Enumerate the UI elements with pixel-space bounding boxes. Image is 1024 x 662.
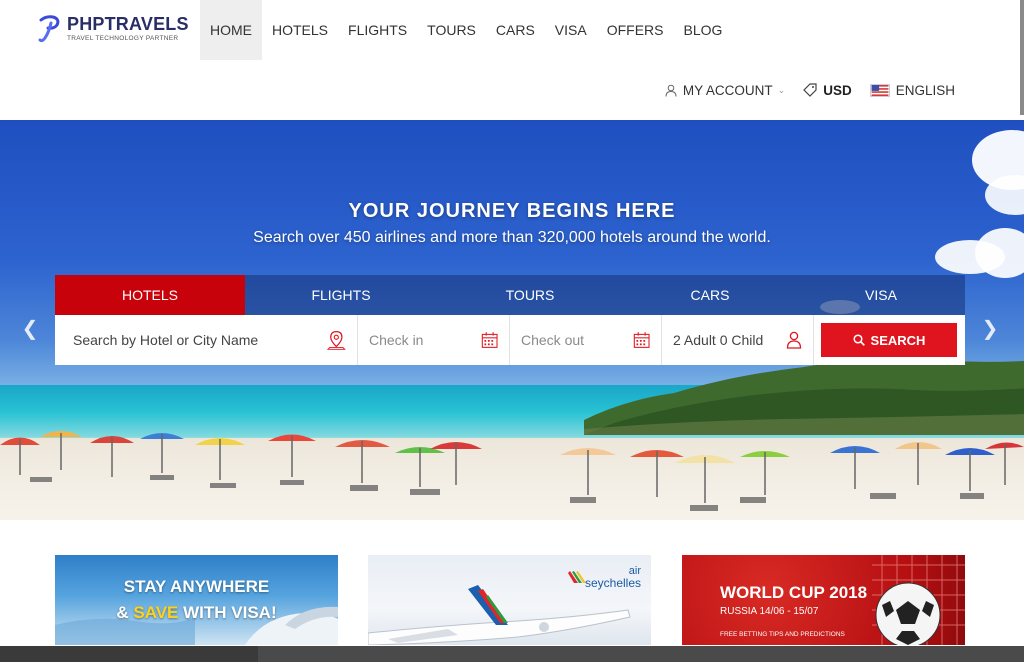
map-pin-icon xyxy=(327,331,346,350)
calendar-icon xyxy=(481,332,498,348)
brand-name: PHPTRAVELS xyxy=(67,14,189,34)
language-selector[interactable]: ENGLISH xyxy=(869,82,955,98)
chevron-down-icon: ⌄ xyxy=(777,84,786,95)
hero-title: YOUR JOURNEY BEGINS HERE xyxy=(348,200,676,222)
vertical-scrollbar[interactable] xyxy=(1020,0,1024,115)
promo-airline[interactable]: air seychelles xyxy=(368,555,651,645)
tag-icon xyxy=(803,83,817,97)
search-icon xyxy=(852,334,865,346)
search-tabs: HOTELS FLIGHTS TOURS CARS VISA xyxy=(55,275,965,315)
promo-visa-rest: WITH VISA! xyxy=(178,603,277,622)
header-utilities: MY ACCOUNT ⌄ USD ENGLISH xyxy=(647,80,955,100)
my-account-label: MY ACCOUNT xyxy=(682,82,773,98)
brand-logo[interactable]: PHPTRAVELS TRAVEL TECHNOLOGY PARTNER xyxy=(38,14,189,44)
nav-cars[interactable]: CARS xyxy=(486,0,545,60)
logo-icon xyxy=(38,15,60,43)
horizontal-scrollbar[interactable] xyxy=(0,646,1024,662)
nav-visa[interactable]: VISA xyxy=(545,0,597,60)
promo-visa-amp: & xyxy=(116,603,134,622)
checkout-input[interactable] xyxy=(521,332,633,348)
promo-worldcup-title: WORLD CUP 2018 xyxy=(720,583,868,602)
site-header: PHPTRAVELS TRAVEL TECHNOLOGY PARTNER HOM… xyxy=(0,0,1024,120)
promo-visa[interactable]: STAY ANYWHERE & SAVE WITH VISA! xyxy=(55,555,338,645)
nav-home[interactable]: HOME xyxy=(200,0,262,60)
nav-blog[interactable]: BLOG xyxy=(673,0,732,60)
airline-name: air seychelles xyxy=(585,565,641,589)
nav-flights[interactable]: FLIGHTS xyxy=(338,0,417,60)
hero-subtitle: Search over 450 airlines and more than 3… xyxy=(253,229,771,246)
hero-banner: YOUR JOURNEY BEGINS HERE Search over 450… xyxy=(0,120,1024,520)
nav-offers[interactable]: OFFERS xyxy=(597,0,674,60)
soccer-ball-icon xyxy=(875,582,941,645)
beach-umbrellas xyxy=(0,431,1024,511)
hotel-search-form: 2 Adult 0 Child SEARCH xyxy=(55,315,965,365)
promo-worldcup[interactable]: WORLD CUP 2018 RUSSIA 14/06 - 15/07 FREE… xyxy=(682,555,965,645)
tab-cars[interactable]: CARS xyxy=(623,275,797,315)
guests-field[interactable]: 2 Adult 0 Child xyxy=(662,315,814,365)
tab-tours[interactable]: TOURS xyxy=(437,275,623,315)
main-nav: HOME HOTELS FLIGHTS TOURS CARS VISA OFFE… xyxy=(200,0,732,60)
hotel-search-input[interactable] xyxy=(73,332,328,348)
nav-hotels[interactable]: HOTELS xyxy=(262,0,338,60)
horizontal-scrollbar-thumb[interactable] xyxy=(258,646,1024,662)
promo-visa-line2: & SAVE WITH VISA! xyxy=(55,603,338,623)
chevron-left-icon[interactable]: ❮ xyxy=(20,316,40,341)
nav-tours[interactable]: TOURS xyxy=(417,0,486,60)
brand-tagline: TRAVEL TECHNOLOGY PARTNER xyxy=(67,35,179,42)
chevron-right-icon[interactable]: ❯ xyxy=(980,316,1000,341)
search-button[interactable]: SEARCH xyxy=(821,323,957,357)
currency-selector[interactable]: USD xyxy=(803,83,852,98)
airline-name-line2: seychelles xyxy=(584,576,641,590)
promo-visa-save: SAVE xyxy=(133,603,179,622)
search-button-label: SEARCH xyxy=(870,332,926,348)
user-icon xyxy=(665,84,677,97)
tab-flights[interactable]: FLIGHTS xyxy=(245,275,437,315)
promo-worldcup-tagline: FREE BETTING TIPS AND PREDICTIONS xyxy=(720,631,845,638)
guests-value: 2 Adult 0 Child xyxy=(673,332,764,348)
my-account-dropdown[interactable]: MY ACCOUNT ⌄ xyxy=(665,83,785,98)
currency-label: USD xyxy=(823,82,852,98)
tab-hotels[interactable]: HOTELS xyxy=(55,275,245,315)
checkout-field[interactable] xyxy=(510,315,662,365)
language-label: ENGLISH xyxy=(895,82,955,98)
checkin-field[interactable] xyxy=(358,315,510,365)
tab-visa[interactable]: VISA xyxy=(797,275,965,315)
us-flag-icon xyxy=(869,83,890,97)
calendar-icon xyxy=(633,332,650,348)
user-icon xyxy=(786,331,802,349)
hotel-search-field[interactable] xyxy=(55,315,358,365)
promo-visa-line1: STAY ANYWHERE xyxy=(123,577,270,596)
promo-worldcup-subtitle: RUSSIA 14/06 - 15/07 xyxy=(720,606,819,617)
checkin-input[interactable] xyxy=(369,332,481,348)
